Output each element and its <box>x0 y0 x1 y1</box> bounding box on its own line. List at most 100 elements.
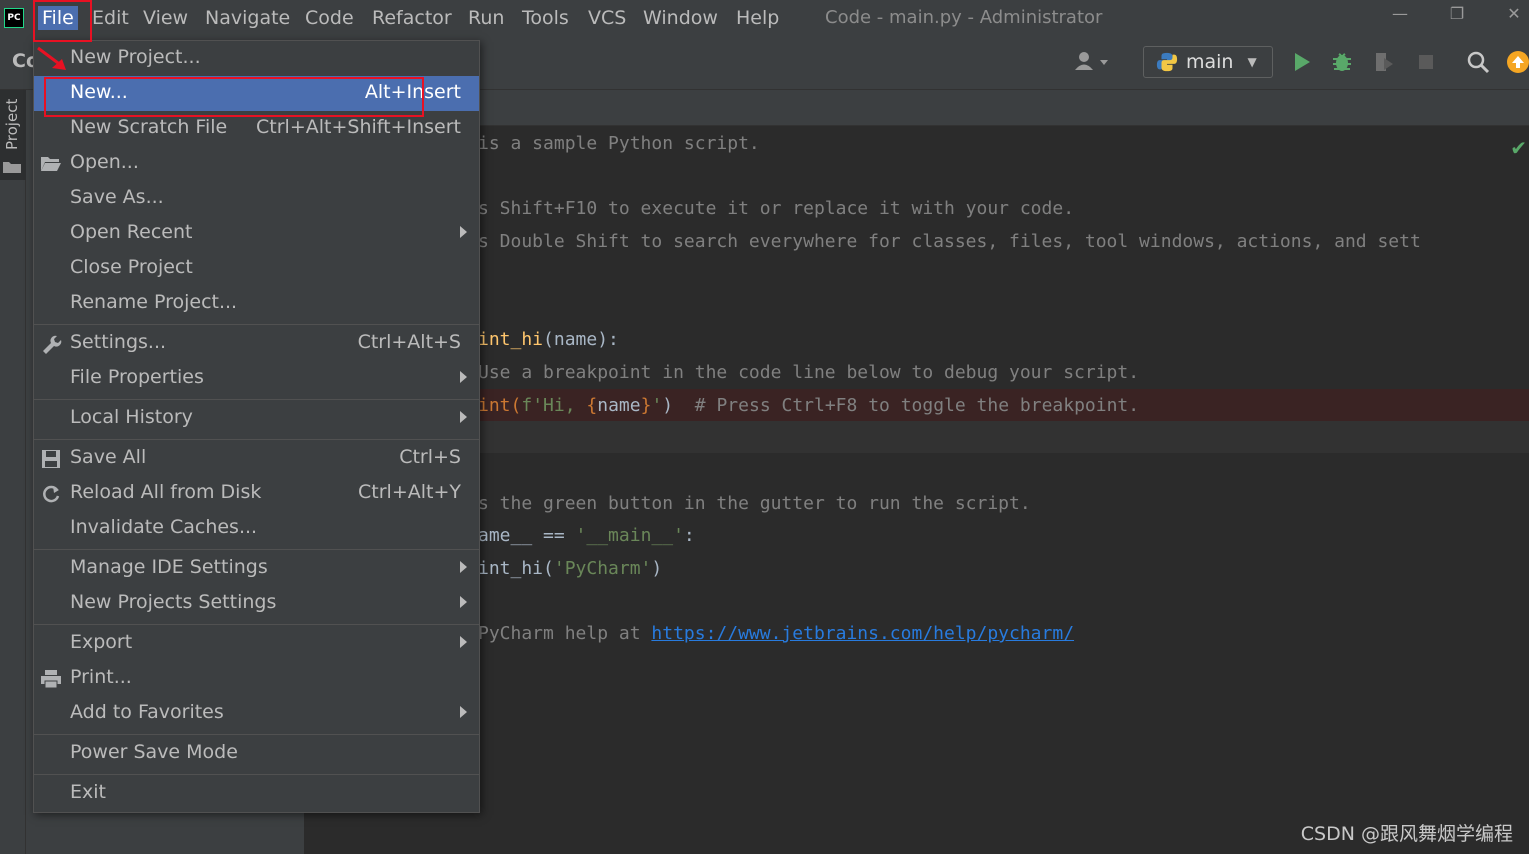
menu-window[interactable]: Window <box>643 6 718 30</box>
code-token: f'Hi, <box>521 395 587 416</box>
code-token: ) <box>651 558 663 579</box>
menu-item-label: Add to Favorites <box>70 701 224 723</box>
code-line: int_hi('PyCharm') <box>478 557 662 581</box>
menu-item-settings[interactable]: Settings... Ctrl+Alt+S <box>34 326 479 361</box>
code-token: } <box>640 395 652 416</box>
code-line: int(f'Hi, {name}') # Press Ctrl+F8 to to… <box>478 394 1139 418</box>
code-token: PyCharm help at <box>478 623 652 644</box>
user-icon[interactable] <box>1074 50 1112 79</box>
menu-item-label: New Scratch File <box>70 116 228 138</box>
left-tool-strip <box>0 90 26 854</box>
submenu-arrow-icon <box>460 596 467 608</box>
code-token: name <box>597 395 641 416</box>
menu-item-power-save-mode[interactable]: Power Save Mode <box>34 736 479 771</box>
menu-item-exit[interactable]: Exit <box>34 776 479 811</box>
update-icon[interactable] <box>1506 50 1529 74</box>
code-token: int( <box>478 395 522 416</box>
pycharm-logo-icon: PC <box>4 8 24 28</box>
menu-item-save-all[interactable]: Save All Ctrl+S <box>34 441 479 476</box>
menu-item-print[interactable]: Print... <box>34 661 479 696</box>
python-icon <box>1156 52 1178 72</box>
folder-open-icon <box>41 157 61 171</box>
menu-item-export[interactable]: Export <box>34 626 479 661</box>
run-config-selector[interactable]: main ▼ <box>1143 46 1273 78</box>
menu-run[interactable]: Run <box>468 6 504 30</box>
menu-item-new-projects-settings[interactable]: New Projects Settings <box>34 586 479 621</box>
menu-item-rename-project[interactable]: Rename Project... <box>34 286 479 321</box>
print-icon <box>41 670 61 689</box>
restore-icon[interactable]: ❐ <box>1445 4 1469 23</box>
code-token: { <box>586 395 598 416</box>
menu-tools[interactable]: Tools <box>522 6 569 30</box>
menu-code[interactable]: Code <box>305 6 354 30</box>
coverage-icon[interactable] <box>1372 50 1396 74</box>
code-token: # Press Ctrl+F8 to toggle the breakpoint… <box>694 395 1140 416</box>
menu-item-label: Exit <box>70 781 106 803</box>
menu-item-label: Invalidate Caches... <box>70 516 258 538</box>
chevron-down-icon: ▼ <box>1247 55 1257 69</box>
menu-item-label: Settings... <box>70 331 167 353</box>
code-token: ame__ == <box>478 525 576 546</box>
menu-item-reload-all[interactable]: Reload All from Disk Ctrl+Alt+Y <box>34 476 479 511</box>
annotation-arrow-icon <box>37 46 66 70</box>
submenu-arrow-icon <box>460 706 467 718</box>
code-token: (name): <box>543 329 619 350</box>
menu-item-label: Print... <box>70 666 132 688</box>
annotation-box-file <box>33 0 92 42</box>
menu-item-label: Open... <box>70 151 139 173</box>
menu-view[interactable]: View <box>143 6 188 30</box>
code-line: Use a breakpoint in the code line below … <box>478 362 1140 383</box>
code-line: s the green button in the gutter to run … <box>478 493 1031 514</box>
menu-item-label: New Projects Settings <box>70 591 277 613</box>
minimize-icon[interactable]: — <box>1388 4 1412 23</box>
annotation-box-new <box>44 77 424 117</box>
editor-tabs <box>392 90 1529 126</box>
debug-icon[interactable] <box>1330 50 1354 74</box>
menu-item-close-project[interactable]: Close Project <box>34 251 479 286</box>
menu-separator <box>34 399 479 400</box>
menu-item-shortcut: Ctrl+Alt+Shift+Insert <box>256 116 461 138</box>
menu-edit[interactable]: Edit <box>92 6 129 30</box>
stop-icon[interactable] <box>1414 50 1438 74</box>
menu-vcs[interactable]: VCS <box>588 6 626 30</box>
code-line: PyCharm help at https://www.jetbrains.co… <box>478 622 1074 646</box>
code-token: ) <box>662 395 695 416</box>
menu-help[interactable]: Help <box>736 6 779 30</box>
menu-item-invalidate-caches[interactable]: Invalidate Caches... <box>34 511 479 546</box>
menu-item-open-recent[interactable]: Open Recent <box>34 216 479 251</box>
code-token: int_hi <box>478 329 544 350</box>
menu-separator <box>34 439 479 440</box>
code-line: int_hi(name): <box>478 328 619 352</box>
menu-item-label: Close Project <box>70 256 193 278</box>
submenu-arrow-icon <box>460 411 467 423</box>
menu-item-save-as[interactable]: Save As... <box>34 181 479 216</box>
file-menu-dropdown: New Project... New... Alt+Insert New Scra… <box>33 40 480 813</box>
code-line: s Shift+F10 to execute it or replace it … <box>478 198 1075 219</box>
code-line: ame__ == '__main__': <box>478 524 695 548</box>
menu-item-label: Save As... <box>70 186 164 208</box>
submenu-arrow-icon <box>460 226 467 238</box>
submenu-arrow-icon <box>460 371 467 383</box>
run-icon[interactable] <box>1290 50 1314 74</box>
menu-item-label: Local History <box>70 406 193 428</box>
menu-navigate[interactable]: Navigate <box>205 6 290 30</box>
search-icon[interactable] <box>1466 50 1490 74</box>
code-line: is a sample Python script. <box>478 133 760 154</box>
menu-item-new-project[interactable]: New Project... <box>34 41 479 76</box>
menu-item-shortcut: Ctrl+Alt+S <box>357 331 461 353</box>
menu-item-label: Rename Project... <box>70 291 238 313</box>
menu-refactor[interactable]: Refactor <box>372 6 452 30</box>
menu-item-open[interactable]: Open... <box>34 146 479 181</box>
close-icon[interactable]: ✕ <box>1502 4 1526 23</box>
save-icon <box>42 450 60 468</box>
project-tab-label[interactable]: Project <box>3 99 21 150</box>
menu-item-local-history[interactable]: Local History <box>34 401 479 436</box>
menu-item-manage-ide-settings[interactable]: Manage IDE Settings <box>34 551 479 586</box>
help-link[interactable]: https://www.jetbrains.com/help/pycharm/ <box>651 623 1074 644</box>
menu-item-label: Export <box>70 631 133 653</box>
menu-item-label: Open Recent <box>70 221 193 243</box>
menu-item-shortcut: Ctrl+S <box>399 446 461 468</box>
menu-item-add-to-favorites[interactable]: Add to Favorites <box>34 696 479 731</box>
menu-item-file-properties[interactable]: File Properties <box>34 361 479 396</box>
menu-separator <box>34 324 479 325</box>
